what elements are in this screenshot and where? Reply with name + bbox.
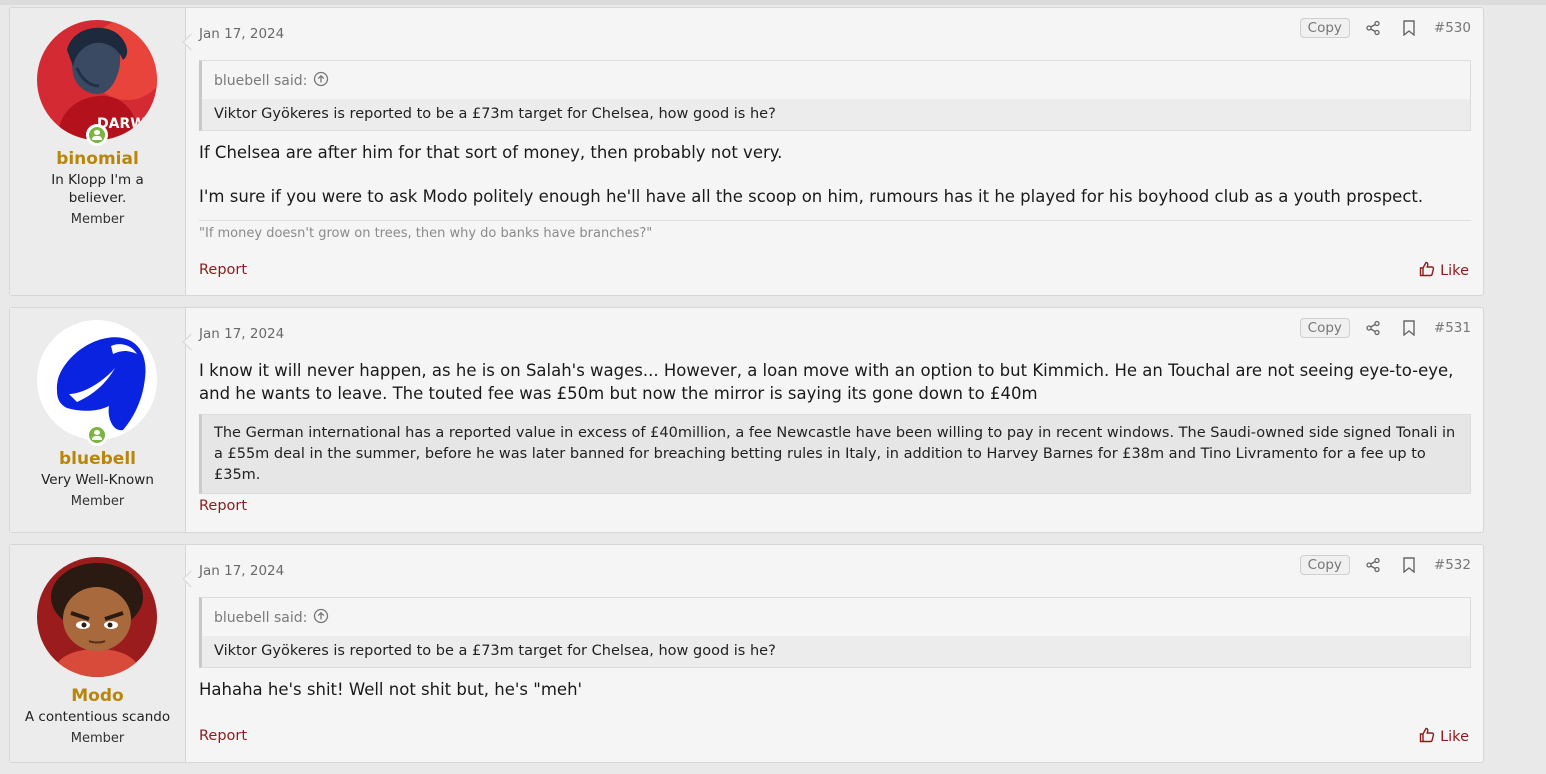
message-text: I know it will never happen, as he is on… [199, 361, 1454, 403]
like-label: Like [1440, 729, 1469, 745]
report-link[interactable]: Report [199, 262, 247, 278]
post-number[interactable]: #531 [1434, 320, 1471, 336]
avatar[interactable] [37, 557, 157, 677]
quote-text: Viktor Gyökeres is reported to be a £73m… [214, 106, 776, 122]
share-icon[interactable] [1360, 318, 1386, 338]
report-link[interactable]: Report [199, 498, 247, 514]
post-date[interactable]: Jan 17, 2024 [199, 326, 284, 342]
user-role: Member [70, 212, 125, 227]
top-divider [0, 0, 1546, 5]
copy-button[interactable]: Copy [1299, 318, 1350, 338]
blockquote: The German international has a reported … [199, 414, 1471, 494]
post-number[interactable]: #530 [1434, 20, 1471, 36]
signature: "If money doesn't grow on trees, then wh… [199, 220, 1471, 241]
bookmark-icon[interactable] [1396, 555, 1422, 575]
copy-button[interactable]: Copy [1299, 555, 1350, 575]
user-panel: bluebell Very Well-Known Member [10, 308, 186, 532]
arrow-up-circle-icon[interactable] [313, 608, 329, 628]
bookmark-icon[interactable] [1396, 318, 1422, 338]
post-530: DARWI binomial In Klopp I'm a believer. … [9, 7, 1484, 296]
username[interactable]: binomial [10, 149, 185, 169]
avatar[interactable] [37, 320, 157, 446]
arrow-up-circle-icon[interactable] [313, 71, 329, 91]
avatar-image: DARWI [37, 20, 157, 140]
post-actions: Copy #531 [1299, 318, 1471, 338]
user-title: In Klopp I'm a believer. [51, 172, 144, 206]
post-content: Jan 17, 2024 Copy #531 I know it will ne… [186, 308, 1483, 532]
post-actions: Copy #532 [1299, 555, 1471, 575]
thumbs-up-icon [1419, 727, 1435, 747]
online-status-icon [86, 124, 108, 146]
user-role: Member [70, 494, 125, 509]
post-actions: Copy #530 [1299, 18, 1471, 38]
post-content: Jan 17, 2024 Copy #532 bluebell said: Vi… [186, 545, 1483, 762]
like-label: Like [1440, 263, 1469, 279]
share-icon[interactable] [1360, 555, 1386, 575]
share-icon[interactable] [1360, 18, 1386, 38]
message-line: If Chelsea are after him for that sort o… [199, 143, 783, 162]
report-link[interactable]: Report [199, 728, 247, 744]
user-title: Very Well-Known [41, 472, 154, 488]
like-button[interactable]: Like [1419, 261, 1469, 281]
quote-block: bluebell said: Viktor Gyökeres is report… [199, 597, 1471, 668]
post-content: Jan 17, 2024 Copy #530 bluebell said: Vi… [186, 8, 1483, 295]
quote-author[interactable]: bluebell said: [214, 610, 307, 626]
avatar-image [37, 557, 157, 677]
copy-button[interactable]: Copy [1299, 18, 1350, 38]
post-date[interactable]: Jan 17, 2024 [199, 563, 284, 579]
post-532: Modo A contentious scando Member Jan 17,… [9, 544, 1484, 763]
username[interactable]: Modo [10, 686, 185, 706]
user-role: Member [70, 731, 125, 746]
post-531: bluebell Very Well-Known Member Jan 17, … [9, 307, 1484, 533]
quote-block: bluebell said: Viktor Gyökeres is report… [199, 60, 1471, 131]
message-line: I'm sure if you were to ask Modo politel… [199, 187, 1424, 206]
user-title: A contentious scando [24, 709, 171, 725]
avatar-image [37, 320, 157, 440]
avatar[interactable]: DARWI [37, 20, 157, 146]
post-number[interactable]: #532 [1434, 557, 1471, 573]
online-status-icon [86, 424, 108, 446]
bookmark-icon[interactable] [1396, 18, 1422, 38]
like-button[interactable]: Like [1419, 727, 1469, 747]
user-panel: DARWI binomial In Klopp I'm a believer. … [10, 8, 186, 295]
username[interactable]: bluebell [10, 449, 185, 469]
post-date[interactable]: Jan 17, 2024 [199, 26, 284, 42]
quote-author[interactable]: bluebell said: [214, 73, 307, 89]
thumbs-up-icon [1419, 261, 1435, 281]
message-text: Hahaha he's shit! Well not shit but, he'… [199, 680, 583, 699]
user-panel: Modo A contentious scando Member [10, 545, 186, 762]
quote-text: Viktor Gyökeres is reported to be a £73m… [214, 643, 776, 659]
